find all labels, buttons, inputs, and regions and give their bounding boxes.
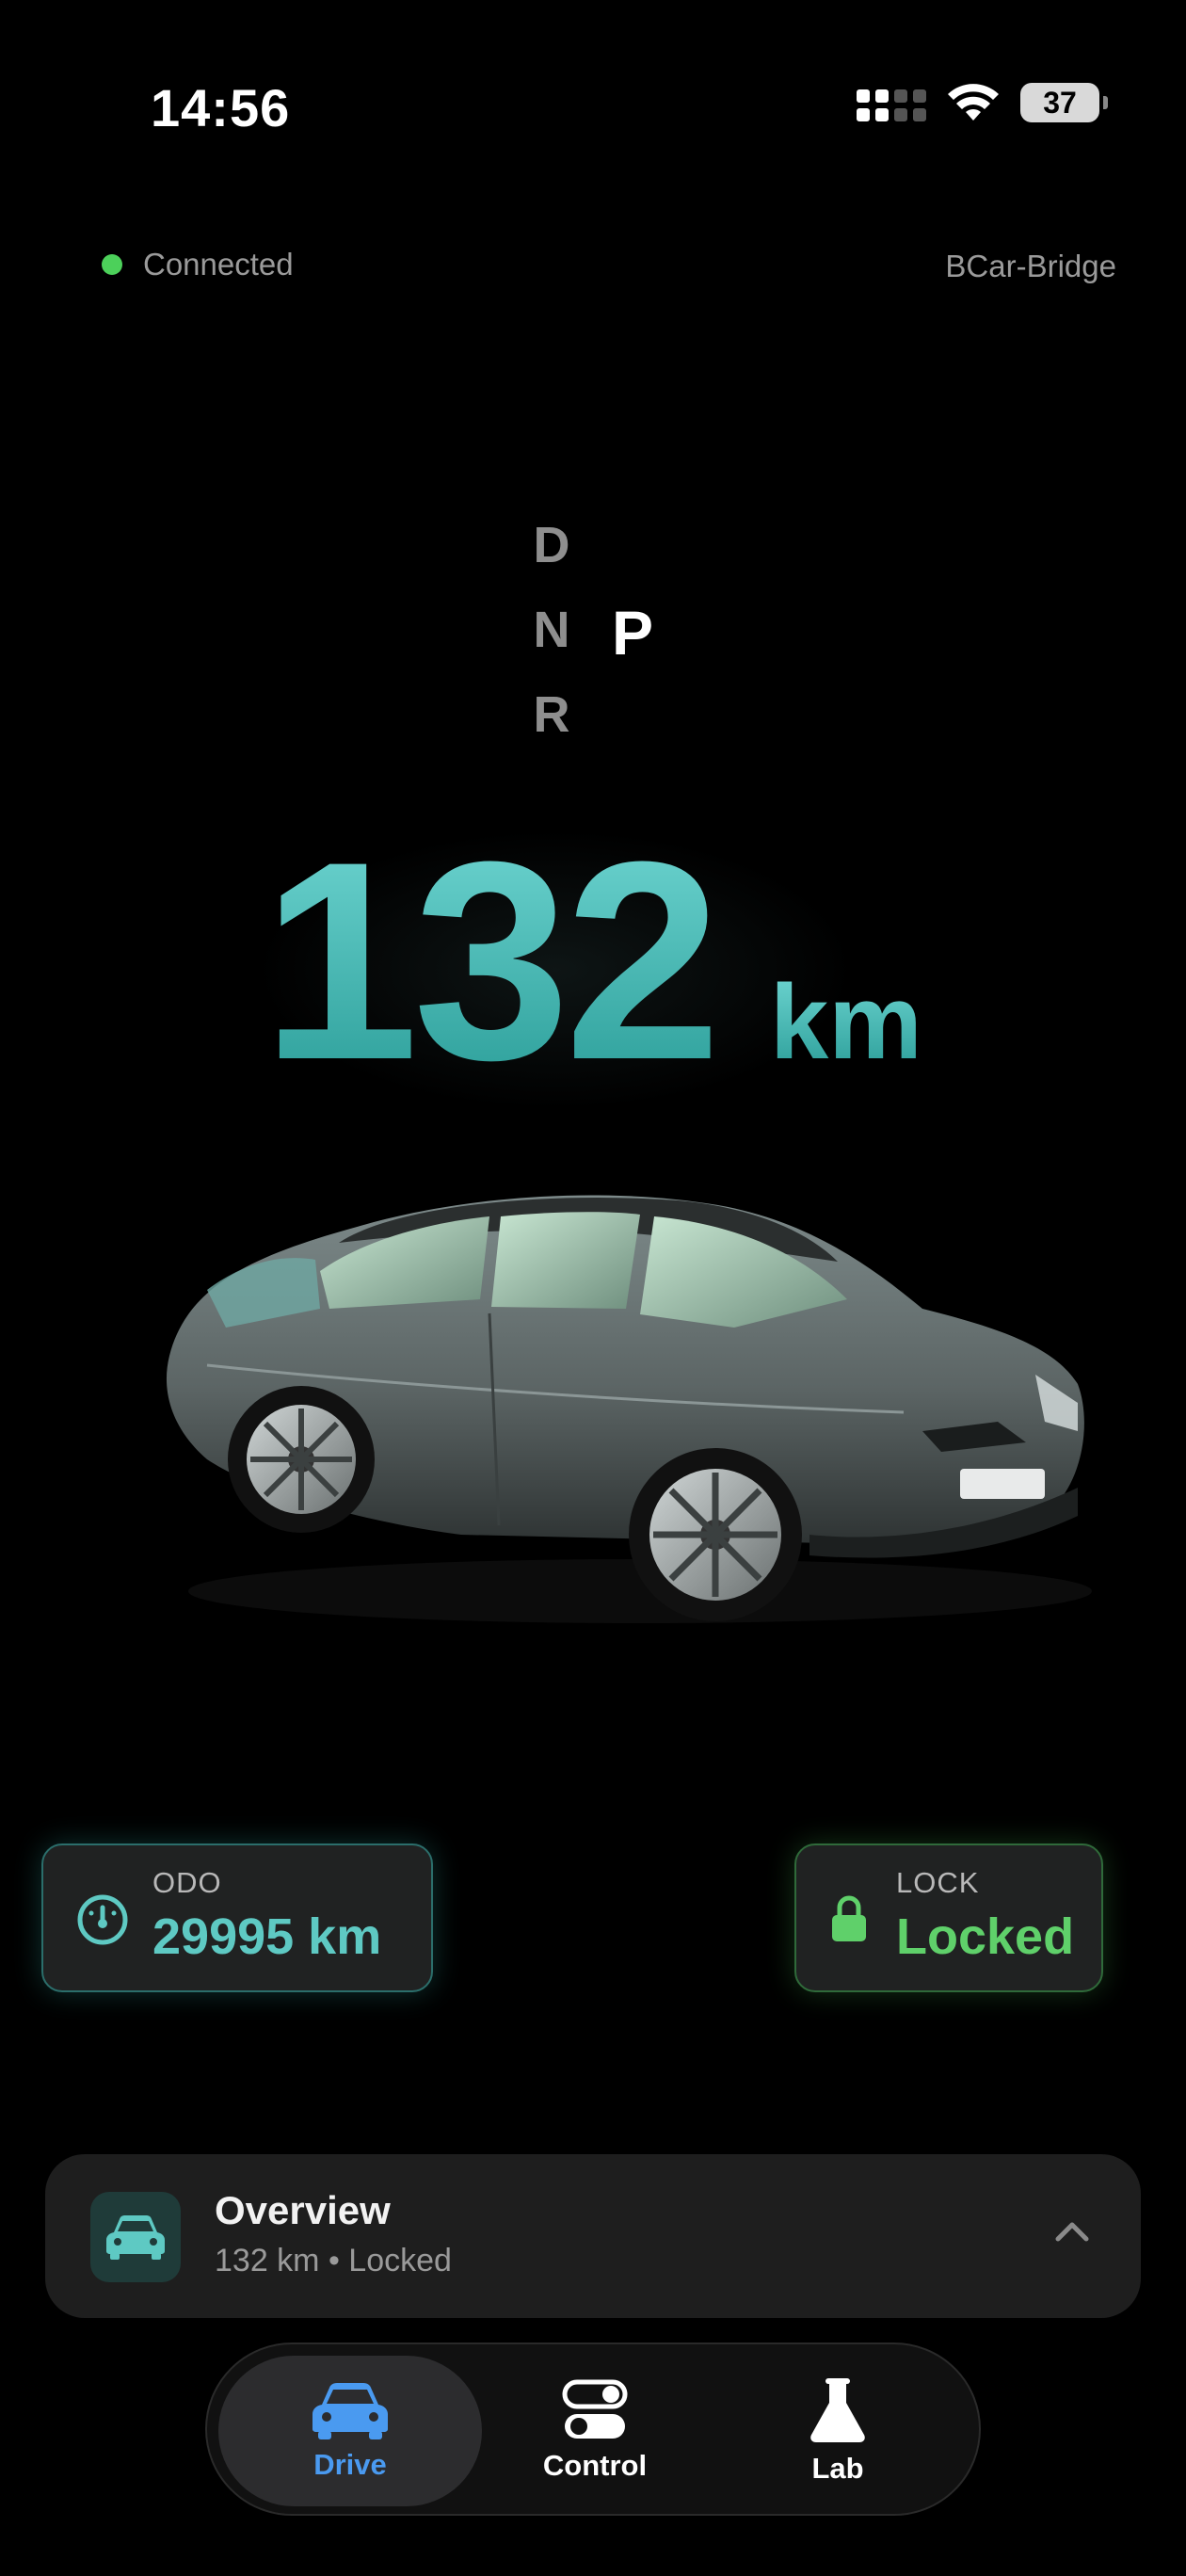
battery-level: 37	[1043, 85, 1077, 120]
tab-lab-label: Lab	[811, 2452, 864, 2485]
lock-value: Locked	[896, 1908, 1075, 1965]
tab-drive-label: Drive	[313, 2448, 387, 2481]
connection-status: Connected	[102, 247, 294, 282]
odo-card: ODO 29995 km	[41, 1843, 433, 1992]
tab-control[interactable]: Control	[463, 2356, 727, 2506]
gear-r: R	[533, 686, 570, 743]
overview-title: Overview	[215, 2188, 391, 2232]
gear-n: N	[533, 602, 570, 658]
lock-label: LOCK	[896, 1866, 980, 1899]
odo-label: ODO	[152, 1866, 222, 1899]
range-unit: km	[770, 963, 922, 1081]
tab-bar: Drive Control Lab	[205, 2343, 981, 2516]
speedometer-icon	[77, 1894, 128, 1945]
battery-icon: 37	[1020, 83, 1108, 122]
lock-icon	[832, 1895, 866, 1941]
gear-selected: P	[611, 598, 654, 668]
flask-icon	[810, 2378, 865, 2442]
status-time: 14:56	[151, 78, 291, 137]
device-name: BCar-Bridge	[945, 249, 1116, 283]
odo-value: 29995 km	[152, 1908, 382, 1965]
tab-control-label: Control	[542, 2449, 648, 2482]
car-icon	[313, 2383, 388, 2439]
range-value: 132	[262, 802, 722, 1119]
overview-subtitle: 132 km • Locked	[215, 2243, 452, 2278]
tab-drive[interactable]: Drive	[218, 2356, 482, 2506]
cellular-signal-icon	[857, 84, 926, 121]
gear-d: D	[533, 517, 570, 573]
wifi-icon	[948, 84, 999, 121]
chevron-up-icon[interactable]	[1050, 2211, 1094, 2254]
status-icons: 37	[857, 83, 1108, 122]
connection-label: Connected	[143, 247, 294, 282]
lock-card[interactable]: LOCK Locked	[794, 1843, 1103, 1992]
overview-sheet[interactable]: Overview 132 km • Locked	[45, 2154, 1141, 2318]
overview-icon-box	[90, 2192, 181, 2282]
car-icon	[106, 2215, 165, 2260]
car-image	[166, 1195, 1092, 1623]
connected-indicator-icon	[102, 254, 122, 275]
toggles-icon	[562, 2379, 628, 2439]
tab-lab[interactable]: Lab	[706, 2356, 970, 2506]
